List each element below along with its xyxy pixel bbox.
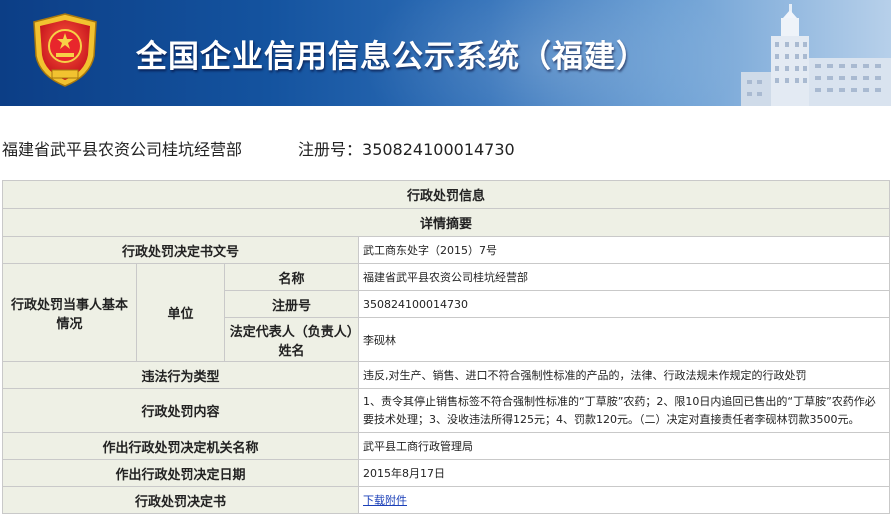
legal-rep-value: 李砚林 bbox=[357, 317, 891, 362]
name-label: 名称 bbox=[224, 263, 359, 291]
registration-value: 350824100014730 bbox=[362, 140, 515, 159]
violation-type-label: 违法行为类型 bbox=[2, 361, 359, 389]
decision-date-label: 作出行政处罚决定日期 bbox=[2, 459, 359, 487]
decision-number-value: 武工商东处字（2015）7号 bbox=[357, 236, 891, 264]
company-name: 福建省武平县农资公司桂坑经营部 bbox=[2, 140, 243, 159]
reg-number-value: 350824100014730 bbox=[357, 290, 891, 318]
header-banner: 全国企业信用信息公示系统（福建） bbox=[0, 0, 891, 106]
authority-label: 作出行政处罚决定机关名称 bbox=[2, 432, 359, 460]
subsection-title: 详情摘要 bbox=[1, 208, 891, 237]
download-attachment-link[interactable]: 下载附件 bbox=[363, 494, 407, 507]
building-icon bbox=[741, 4, 891, 106]
registration-number: 注册号：350824100014730 bbox=[298, 136, 515, 160]
violation-type-value: 违反,对生产、销售、进口不符合强制性标准的产品的，法律、行政法规未作规定的行政处… bbox=[357, 361, 891, 389]
company-summary: 福建省武平县农资公司桂坑经营部 注册号：350824100014730 bbox=[2, 136, 515, 159]
registration-label: 注册号： bbox=[298, 140, 363, 159]
decision-document-cell: 下载附件 bbox=[357, 486, 891, 514]
reg-number-label: 注册号 bbox=[224, 290, 359, 318]
national-emblem-icon bbox=[33, 13, 97, 87]
legal-rep-label: 法定代表人（负责人）姓名 bbox=[224, 317, 359, 362]
unit-label: 单位 bbox=[136, 263, 225, 362]
decision-date-value: 2015年8月17日 bbox=[357, 459, 891, 487]
penalty-content-value: 1、责令其停止销售标签不符合强制性标准的“丁草胺”农药；2、限10日内追回已售出… bbox=[357, 388, 891, 433]
page-title: 全国企业信用信息公示系统（福建） bbox=[136, 39, 648, 75]
authority-value: 武平县工商行政管理局 bbox=[357, 432, 891, 460]
decision-document-label: 行政处罚决定书 bbox=[2, 486, 359, 514]
penalty-content-label: 行政处罚内容 bbox=[2, 388, 359, 433]
decision-number-label: 行政处罚决定书文号 bbox=[2, 236, 359, 264]
section-title: 行政处罚信息 bbox=[1, 180, 891, 209]
name-value: 福建省武平县农资公司桂坑经营部 bbox=[357, 263, 891, 291]
penalty-info-table: 行政处罚信息 详情摘要 行政处罚决定书文号 武工商东处字（2015）7号 行政处… bbox=[1, 180, 891, 514]
party-info-label: 行政处罚当事人基本情况 bbox=[2, 263, 137, 362]
